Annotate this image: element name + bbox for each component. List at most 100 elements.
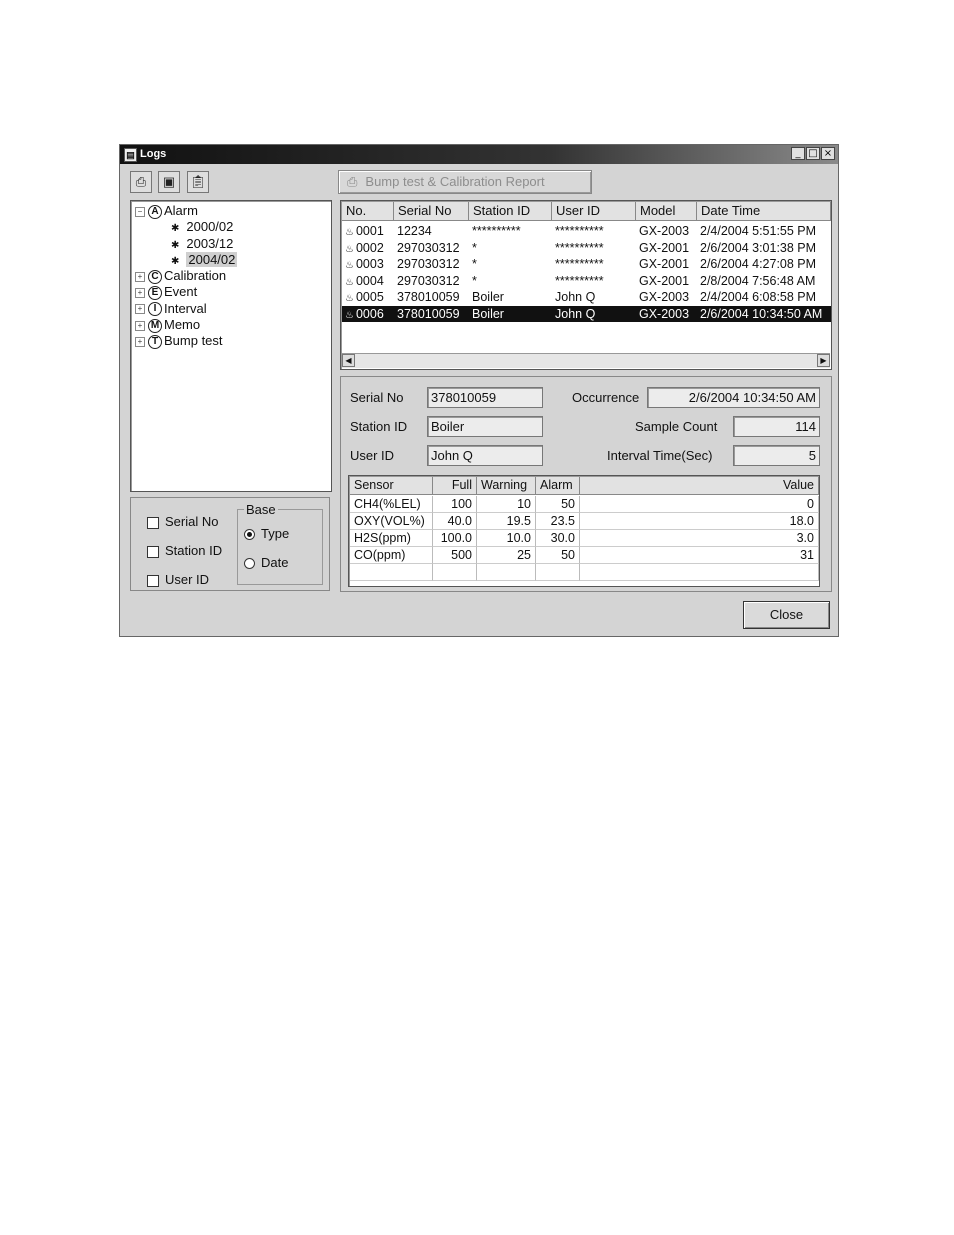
column-header[interactable]: Date Time (697, 202, 831, 221)
log-cell: GX-2003 (639, 290, 690, 304)
tree-label: Event (164, 284, 198, 300)
checkbox-label: Serial No (165, 514, 219, 529)
cell-text: 0005 (355, 290, 384, 304)
expand-icon[interactable]: + (135, 271, 145, 282)
title-bar: ▤ Logs _ □ × (120, 145, 838, 164)
log-row[interactable]: ♨ 0005 378010059 Boiler John Q GX-2003 2/… (342, 289, 831, 306)
sensor-table: Sensor Full Warning Alarm Value CH4(%LEL… (348, 475, 820, 587)
log-cell-no: ♨ 0003 (342, 256, 394, 273)
column-header[interactable]: Warning (477, 477, 536, 495)
maximize-button[interactable]: □ (806, 147, 820, 160)
column-header[interactable]: Full (433, 477, 477, 495)
tree-node-bump-test[interactable]: + T Bump test (135, 333, 327, 349)
alarm-record-icon: ♨ (345, 276, 354, 288)
sensor-row[interactable]: OXY(VOL%) 40.0 19.5 23.5 18.0 (350, 513, 819, 530)
column-header[interactable]: Station ID (469, 202, 552, 221)
horizontal-scrollbar[interactable]: ◀ ▶ (342, 353, 830, 368)
sensor-cell: 25 (477, 547, 536, 564)
log-row-selected[interactable]: ♨ 0006 378010059 Boiler John Q GX-2003 2/… (342, 305, 831, 322)
expand-icon[interactable]: + (135, 336, 145, 347)
log-cell: 297030312 (397, 257, 460, 271)
printer-icon[interactable]: ⎙ (130, 171, 152, 193)
logs-window: ▤ Logs _ □ × ⎙ ▣ 📋︎ ⎙ Bump test & Calibra… (119, 144, 839, 637)
sensor-row[interactable]: H2S(ppm) 100.0 10.0 30.0 3.0 (350, 530, 819, 547)
calibration-letter-icon: C (148, 269, 162, 284)
tree-node-interval[interactable]: + I Interval (135, 301, 327, 317)
log-row[interactable]: ♨ 0003 297030312 * ********** GX-2001 2/6… (342, 256, 831, 273)
interval-time-label: Interval Time(Sec) (607, 448, 713, 463)
clipboard-icon[interactable]: 📋︎ (187, 171, 209, 193)
radio-label: Date (261, 555, 289, 570)
column-header[interactable]: Model (636, 202, 697, 221)
log-cell: 2/8/2004 7:56:48 AM (700, 273, 816, 288)
log-cell: * (472, 257, 477, 271)
log-row[interactable]: ♨ 0002 297030312 * ********** GX-2001 2/6… (342, 240, 831, 257)
log-cell: John Q (555, 290, 596, 304)
serial-no-checkbox[interactable]: Serial No (147, 514, 218, 529)
window-title: Logs (140, 148, 167, 160)
tree-node-alarm[interactable]: − A Alarm (135, 203, 327, 219)
sensor-cell: 100.0 (433, 530, 477, 547)
tree-node-event[interactable]: + E Event (135, 284, 327, 301)
column-header[interactable]: Serial No (394, 202, 469, 221)
floppy-disk-icon[interactable]: ▣ (158, 171, 180, 193)
interval-time-field: 5 (733, 445, 820, 466)
user-id-label: User ID (350, 448, 395, 463)
expand-icon[interactable]: + (135, 304, 145, 315)
station-id-checkbox[interactable]: Station ID (147, 543, 222, 558)
close-button[interactable]: Close (743, 601, 830, 629)
column-header[interactable]: Sensor (350, 477, 433, 495)
sensor-cell: 100 (433, 496, 477, 513)
log-cell-no: ♨ 0004 (342, 273, 394, 290)
cell-text: 0004 (355, 273, 384, 288)
cell-text: 0003 (355, 257, 384, 271)
sensor-cell: CH4(%LEL) (350, 496, 433, 513)
sensor-cell: H2S(ppm) (350, 530, 433, 547)
log-cell: ********** (555, 224, 604, 238)
sensor-cell (350, 564, 433, 581)
tree-leaf-label: 2004/02 (186, 251, 238, 267)
expand-icon[interactable]: + (135, 288, 145, 299)
log-cell: 2/6/2004 10:34:50 AM (700, 306, 823, 321)
type-radio[interactable]: Type (244, 526, 289, 541)
close-window-button[interactable]: × (821, 147, 835, 160)
sensor-cell: 0 (580, 496, 819, 513)
scroll-left-icon[interactable]: ◀ (342, 354, 355, 367)
log-cell-no: ♨ 0002 (342, 240, 394, 257)
sensor-cell (477, 564, 536, 581)
column-header[interactable]: User ID (552, 202, 636, 221)
expand-icon[interactable]: + (135, 320, 145, 331)
occurrence-label: Occurrence (572, 390, 640, 405)
leaf-bullet-icon: ✱ (171, 255, 180, 267)
log-cell: * (472, 240, 477, 255)
tree-label-alarm: Alarm (164, 203, 198, 218)
tree-leaf[interactable]: ✱ 2003/12 (135, 236, 327, 252)
log-list: No. Serial No Station ID User ID Model D… (340, 200, 832, 370)
bump-calibration-report-button[interactable]: ⎙ Bump test & Calibration Report (338, 170, 592, 194)
tree-leaf[interactable]: ✱ 2000/02 (135, 219, 327, 235)
log-row[interactable]: ♨ 0004 297030312 * ********** GX-2001 2/8… (342, 273, 831, 290)
date-radio[interactable]: Date (244, 555, 288, 570)
user-id-checkbox[interactable]: User ID (147, 572, 209, 587)
tree-node-memo[interactable]: + M Memo (135, 317, 327, 333)
tree-node-calibration[interactable]: + C Calibration (135, 268, 327, 284)
sensor-row[interactable]: CH4(%LEL) 100 10 50 0 (350, 496, 819, 513)
radio-icon (244, 558, 255, 570)
log-cell: 2/6/2004 3:01:38 PM (700, 240, 817, 255)
tree-leaf-label: 2003/12 (186, 235, 234, 251)
column-header[interactable]: No. (342, 202, 394, 221)
minimize-button[interactable]: _ (791, 147, 805, 160)
log-cell: GX-2003 (639, 306, 690, 321)
log-cell: GX-2003 (639, 224, 690, 238)
log-cell: ********** (472, 224, 521, 238)
tree-label: Memo (164, 317, 201, 333)
sensor-cell (433, 564, 477, 581)
log-row[interactable]: ♨ 0001 12234 ********** ********** GX-200… (342, 223, 831, 240)
tree-leaf-selected[interactable]: ✱ 2004/02 (135, 251, 327, 268)
column-header[interactable]: Value (580, 477, 819, 495)
sensor-row[interactable]: CO(ppm) 500 25 50 31 (350, 547, 819, 564)
collapse-icon[interactable]: − (135, 206, 145, 217)
column-header[interactable]: Alarm (536, 477, 580, 495)
scroll-right-icon[interactable]: ▶ (817, 354, 830, 367)
alarm-record-icon: ♨ (345, 293, 354, 304)
